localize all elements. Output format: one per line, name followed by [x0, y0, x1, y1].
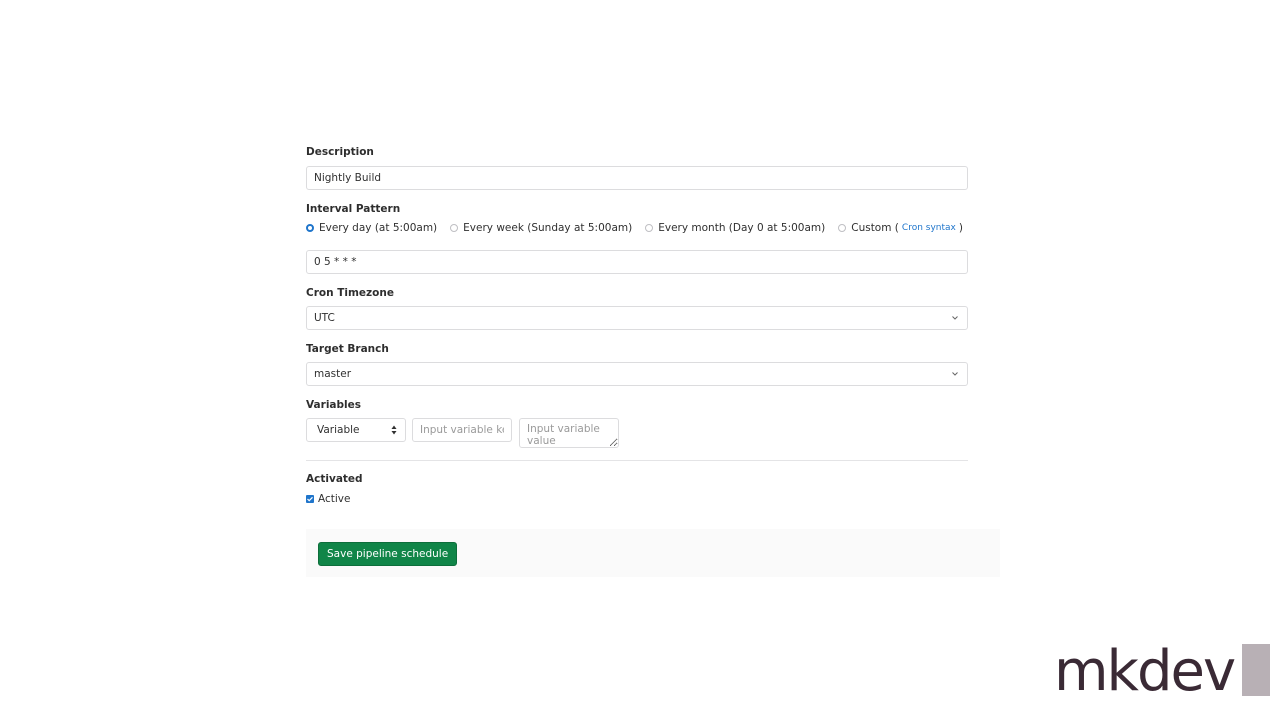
- target-branch-label: Target Branch: [306, 343, 389, 355]
- form-actions: Save pipeline schedule: [306, 529, 1000, 577]
- variables-label: Variables: [306, 399, 361, 411]
- sort-icon: [391, 425, 397, 435]
- radio-every-day[interactable]: Every day (at 5:00am): [306, 222, 437, 234]
- radio-every-month[interactable]: Every month (Day 0 at 5:00am): [645, 222, 825, 234]
- description-label: Description: [306, 146, 374, 158]
- active-checkbox[interactable]: [306, 495, 314, 503]
- radio-label: Every week (Sunday at 5:00am): [463, 222, 633, 234]
- radio-label: Every day (at 5:00am): [319, 222, 438, 234]
- radio-button[interactable]: [838, 224, 847, 232]
- chevron-down-icon: [952, 372, 958, 376]
- radio-button-checked[interactable]: [306, 224, 314, 232]
- radio-button[interactable]: [645, 224, 654, 232]
- timezone-selected-value: UTC: [314, 312, 335, 324]
- interval-pattern-label: Interval Pattern: [306, 203, 401, 215]
- description-input[interactable]: [306, 166, 968, 190]
- variable-type-select[interactable]: Variable: [306, 418, 406, 442]
- chevron-down-icon: [952, 316, 958, 320]
- variable-value-input[interactable]: [519, 418, 619, 448]
- radio-label: Custom (: [851, 222, 899, 234]
- brand-wordmark: mkdev: [1054, 639, 1236, 704]
- timezone-dropdown[interactable]: UTC: [306, 306, 968, 330]
- cron-pattern-input[interactable]: [306, 250, 968, 274]
- custom-close-paren: ): [958, 222, 963, 234]
- cron-timezone-label: Cron Timezone: [306, 287, 394, 299]
- active-label: Active: [318, 493, 351, 505]
- divider: [306, 460, 968, 461]
- variable-type-value: Variable: [317, 424, 360, 436]
- activated-label: Activated: [306, 473, 363, 485]
- interval-pattern-options: Every day (at 5:00am) Every week (Sunday…: [306, 222, 976, 234]
- variable-key-input[interactable]: [412, 418, 512, 442]
- target-branch-dropdown[interactable]: master: [306, 362, 968, 386]
- radio-button[interactable]: [450, 224, 459, 232]
- radio-every-week[interactable]: Every week (Sunday at 5:00am): [450, 222, 632, 234]
- brand-logo: mkdev: [1054, 639, 1271, 704]
- save-pipeline-schedule-button[interactable]: Save pipeline schedule: [318, 542, 458, 566]
- branch-selected-value: master: [314, 368, 352, 380]
- active-checkbox-row[interactable]: Active: [306, 493, 350, 505]
- check-icon: [307, 496, 313, 502]
- cron-syntax-link[interactable]: Cron syntax: [902, 223, 956, 233]
- radio-custom[interactable]: Custom ( Cron syntax ): [838, 222, 963, 234]
- brand-mark: [1242, 644, 1271, 696]
- radio-label: Every month (Day 0 at 5:00am): [658, 222, 826, 234]
